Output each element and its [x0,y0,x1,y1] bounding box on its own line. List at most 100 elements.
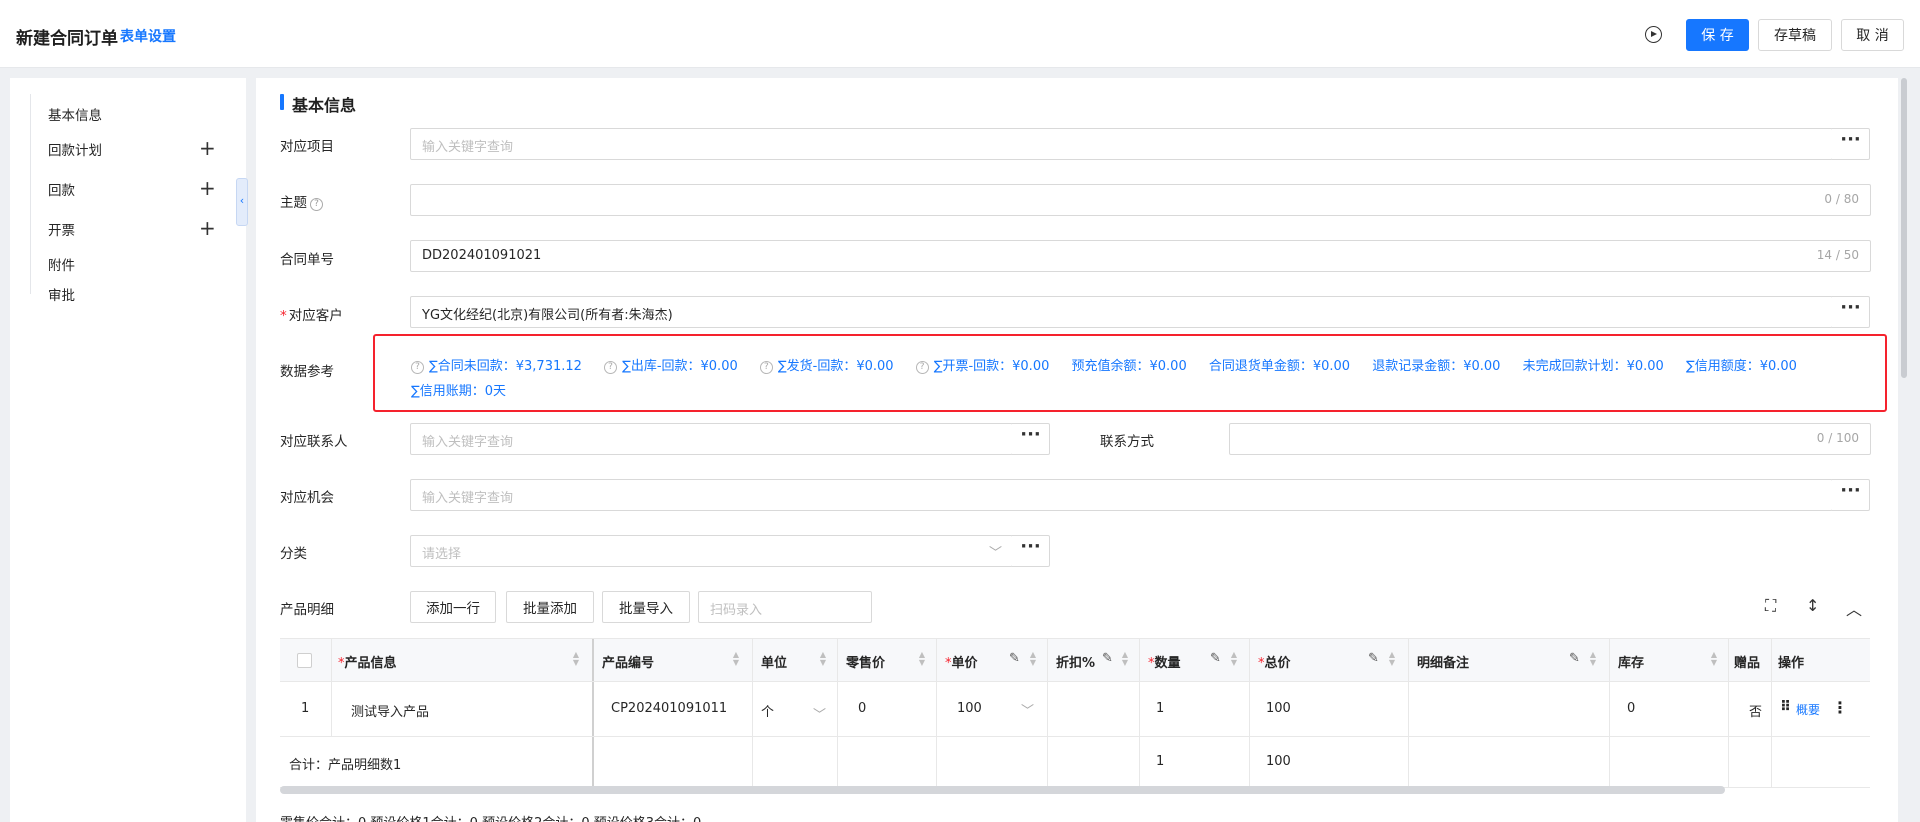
sort-icon[interactable]: ▲ ▼ [1230,651,1238,667]
contract-no-input[interactable]: DD202401091021 14 / 50 [410,240,1871,272]
cell-note[interactable] [1409,682,1610,736]
add-payment-plus-icon[interactable]: + [199,178,216,198]
cancel-button[interactable]: 取 消 [1841,19,1904,51]
ref-return-amount[interactable]: 合同退货单金额：¥0.00 [1209,359,1350,374]
th-unit-price[interactable]: *单价 ✎ ▲ ▼ [937,639,1048,681]
sidebar-item-payment-plan[interactable]: 回款计划 [48,139,102,159]
contact-input[interactable]: 输入关键字查询 [410,423,1013,455]
sort-icon[interactable]: ▲ ▼ [1710,651,1718,667]
th-product-info[interactable]: *产品信息 ▲ ▼ [332,639,594,681]
th-quantity[interactable]: *数量 ✎ ▲ ▼ [1140,639,1250,681]
ref-refund-amount[interactable]: 退款记录金额：¥0.00 [1372,359,1500,374]
edit-pencil-icon[interactable]: ✎ [1368,651,1379,666]
opportunity-input[interactable]: 输入关键字查询 [410,479,1833,511]
sort-icon[interactable]: ▲ ▼ [1029,651,1037,667]
ref-outbound-payment[interactable]: ? ∑出库-回款：¥0.00 [604,359,738,374]
opportunity-more-icon[interactable]: ··· [1832,479,1870,511]
drag-handle-icon[interactable]: ⠿ [1780,699,1791,715]
cell-retail[interactable]: 0 [838,682,937,736]
ref-contract-unpaid[interactable]: ? ∑合同未回款：¥3,731.12 [411,359,582,374]
scan-input[interactable]: 扫码录入 [698,591,872,623]
batch-add-button[interactable]: 批量添加 [506,591,594,623]
cell-gift[interactable]: 否 [1729,682,1772,736]
page-title: 新建合同订单 [16,29,118,49]
sort-icon[interactable]: ▲ ▼ [1589,651,1597,667]
data-reference-row-1: ? ∑合同未回款：¥3,731.12 ? ∑出库-回款：¥0.00 ? ∑发货-回款：… [411,355,1815,374]
edit-pencil-icon[interactable]: ✎ [1102,651,1113,666]
summary-link[interactable]: 概要 [1796,701,1820,718]
th-product-code[interactable]: 产品编号 ▲ ▼ [594,639,753,681]
sidebar-item-approval[interactable]: 审批 [48,284,75,304]
scrollbar-thumb[interactable] [1901,78,1907,378]
ref-unfinished-plan[interactable]: 未完成回款计划：¥0.00 [1523,359,1664,374]
th-discount-text: 折扣% [1056,656,1096,671]
row-height-icon[interactable]: ↕ [1806,596,1819,615]
sidebar-item-attachment[interactable]: 附件 [48,254,75,274]
contact-more-icon[interactable]: ··· [1012,423,1050,455]
subject-help-icon[interactable]: ? [310,198,323,211]
help-icon[interactable]: ? [759,361,773,374]
th-stock[interactable]: 库存 ▲ ▼ [1610,639,1729,681]
customer-more-icon[interactable]: ··· [1832,296,1870,328]
ref-prepaid-balance[interactable]: 预充值余额：¥0.00 [1072,359,1187,374]
cell-code[interactable]: CP202401091011 [594,682,753,736]
collapse-up-icon[interactable]: ︿ [1846,596,1862,620]
cell-product[interactable]: 测试导入产品 [332,682,594,736]
customer-input[interactable]: YG文化经纪(北京)有限公司(所有者:朱海杰) [410,296,1833,328]
project-more-icon[interactable]: ··· [1832,128,1870,160]
th-unit[interactable]: 单位 ▲ ▼ [753,639,838,681]
edit-pencil-icon[interactable]: ✎ [1569,651,1580,666]
cell-qty[interactable]: 1 [1140,682,1250,736]
th-retail-price[interactable]: 零售价 ▲ ▼ [838,639,937,681]
help-icon[interactable]: ? [411,361,424,374]
cell-unit[interactable]: 个 ﹀ [753,682,838,736]
horizontal-scrollbar[interactable] [280,786,1725,794]
edit-pencil-icon[interactable]: ✎ [1009,651,1020,666]
chevron-down-icon[interactable]: ﹀ [813,704,826,723]
project-input[interactable]: 输入关键字查询 [410,128,1833,160]
sidebar-item-invoice[interactable]: 开票 [48,219,75,239]
th-gift[interactable]: 赠品 [1729,639,1772,681]
play-circle-icon[interactable] [1645,26,1662,43]
contact-method-input[interactable]: 0 / 100 [1229,423,1871,455]
ref-invoice-payment[interactable]: ? ∑开票-回款：¥0.00 [915,359,1049,374]
more-vertical-icon[interactable]: ⋮ [1832,698,1848,717]
batch-import-button[interactable]: 批量导入 [602,591,690,623]
subject-input[interactable]: 0 / 80 [410,184,1871,216]
sort-icon[interactable]: ▲ ▼ [819,651,827,667]
ref-credit-limit[interactable]: ∑信用额度：¥0.00 [1686,359,1797,374]
category-select[interactable]: 请选择 ﹀ [410,535,1013,567]
chevron-down-icon[interactable]: ﹀ [1021,700,1034,719]
add-invoice-plus-icon[interactable]: + [199,218,216,238]
fullscreen-icon[interactable]: ⛶ [1765,596,1776,616]
cell-total[interactable]: 100 [1250,682,1409,736]
sort-icon[interactable]: ▲ ▼ [572,651,580,667]
contact-method-char-count: 0 / 100 [1816,431,1859,445]
th-detail-note[interactable]: 明细备注 ✎ ▲ ▼ [1409,639,1610,681]
add-row-button[interactable]: 添加一行 [410,591,496,623]
sort-icon[interactable]: ▲ ▼ [1388,651,1396,667]
select-all-checkbox[interactable] [297,653,312,668]
help-icon[interactable]: ? [915,361,929,374]
sidebar-item-payment[interactable]: 回款 [48,179,75,199]
add-payment-plan-plus-icon[interactable]: + [199,138,216,158]
sort-icon[interactable]: ▲ ▼ [732,651,740,667]
sort-icon[interactable]: ▲ ▼ [1121,651,1129,667]
table-row[interactable]: 1 测试导入产品 CP202401091011 个 ﹀ 0 100 ﹀ 1 100 … [280,682,1870,737]
ref-credit-period[interactable]: ∑信用账期：0天 [411,384,506,399]
th-total[interactable]: *总价 ✎ ▲ ▼ [1250,639,1409,681]
th-discount[interactable]: 折扣% ✎ ▲ ▼ [1048,639,1140,681]
cell-price[interactable]: 100 ﹀ [937,682,1048,736]
cell-discount[interactable] [1048,682,1140,736]
collapse-sidebar-chevron-icon[interactable]: ‹ [236,178,248,226]
vertical-scrollbar[interactable] [1900,78,1908,378]
help-icon[interactable]: ? [604,361,618,374]
category-more-icon[interactable]: ··· [1012,535,1050,567]
sort-icon[interactable]: ▲ ▼ [918,651,926,667]
form-settings-link[interactable]: 表单设置 [120,26,176,46]
save-draft-button[interactable]: 存草稿 [1758,19,1832,51]
edit-pencil-icon[interactable]: ✎ [1210,651,1221,666]
sidebar-item-basic-info[interactable]: 基本信息 [48,104,102,124]
save-button[interactable]: 保 存 [1686,19,1749,51]
ref-delivery-payment[interactable]: ? ∑发货-回款：¥0.00 [759,359,894,374]
